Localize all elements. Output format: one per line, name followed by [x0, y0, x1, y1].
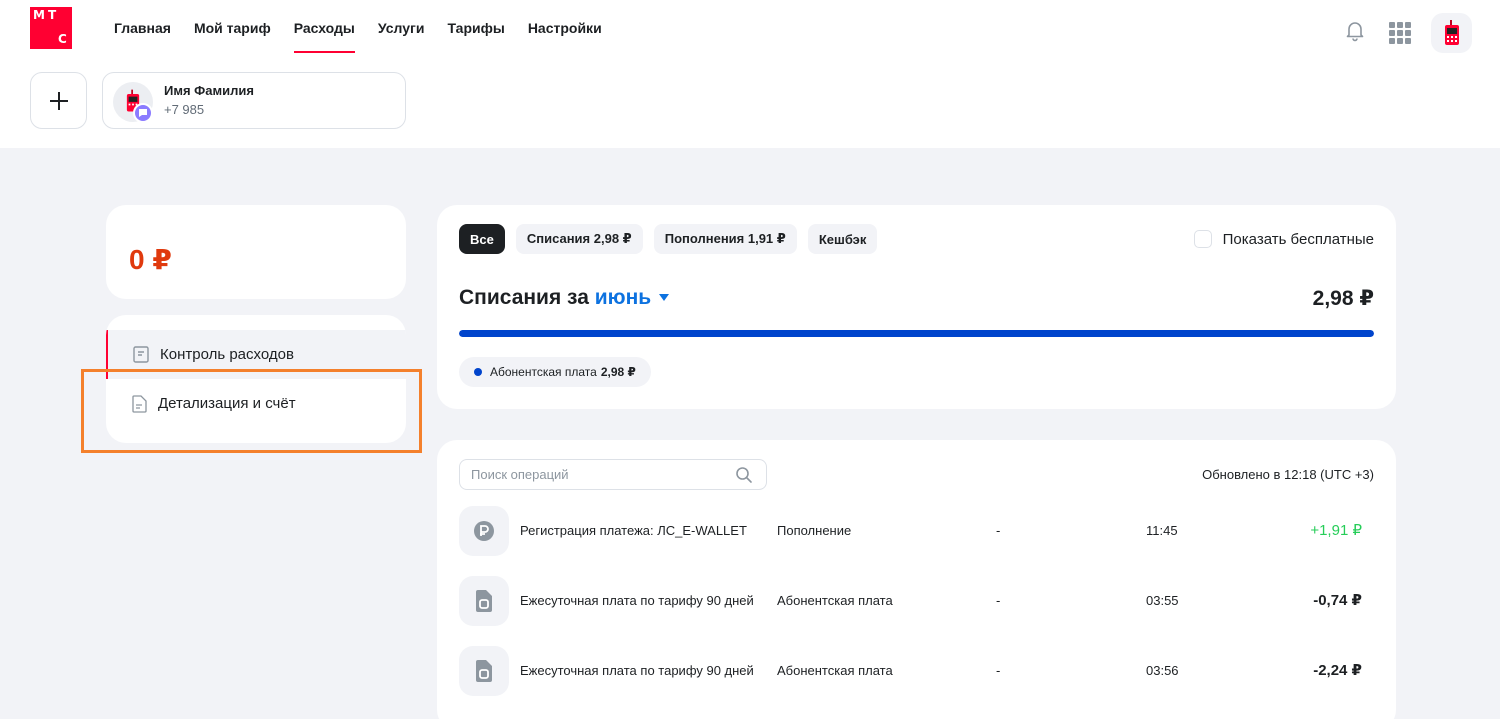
nav-item-services[interactable]: Услуги [378, 19, 425, 53]
balance-card: 0 ₽ [106, 205, 406, 299]
filter-chip-cashback[interactable]: Кешбэк [807, 224, 878, 254]
nav-item-home[interactable]: Главная [114, 19, 171, 53]
operation-time: 03:55 [1146, 593, 1179, 608]
plus-icon [49, 91, 68, 110]
filter-chip-charges[interactable]: Списания 2,98 ₽ [515, 224, 643, 254]
logo-letter: С [58, 32, 67, 46]
profile-avatar[interactable] [1431, 13, 1472, 53]
operation-time: 11:45 [1146, 523, 1178, 538]
top-header: М Т С Главная Мой тариф Расходы Услуги Т… [0, 0, 1500, 148]
balance-value: 0 ₽ [129, 244, 172, 275]
nav-item-expenses[interactable]: Расходы [293, 19, 356, 53]
bell-icon[interactable] [1343, 18, 1367, 42]
payment-icon [459, 506, 509, 556]
spending-progress-bar [459, 330, 1374, 337]
mts-logo[interactable]: М Т С [30, 7, 72, 49]
operation-title: Ежесуточная плата по тарифу 90 дней [520, 663, 754, 678]
highlight-frame [81, 369, 422, 453]
spending-legend-chip: Абонентская плата 2,98 ₽ [459, 357, 651, 387]
logo-letter: М [33, 8, 45, 22]
spending-title-prefix: Списания за [459, 286, 589, 309]
filter-chip-topups[interactable]: Пополнения 1,91 ₽ [653, 224, 797, 254]
operation-row[interactable]: Ежесуточная плата по тарифу 90 дней Абон… [459, 576, 1374, 626]
chat-badge-icon [133, 103, 153, 123]
month-selector[interactable]: июнь [594, 286, 670, 309]
spending-card: Все Списания 2,98 ₽ Пополнения 1,91 ₽ Ке… [437, 205, 1396, 409]
phone-avatar-icon [1444, 20, 1459, 45]
logo-letter: Т [48, 8, 57, 22]
spending-progress-fill [459, 330, 1374, 337]
operation-extra: - [996, 593, 1001, 608]
operation-row[interactable]: Регистрация платежа: ЛС_E-WALLET Пополне… [459, 506, 1374, 556]
operation-title: Ежесуточная плата по тарифу 90 дней [520, 593, 754, 608]
main-nav: Главная Мой тариф Расходы Услуги Тарифы … [114, 19, 602, 53]
sim-card-icon [459, 646, 509, 696]
receipt-icon [132, 346, 150, 364]
filter-chips: Все Списания 2,98 ₽ Пополнения 1,91 ₽ Ке… [459, 224, 878, 254]
operation-type: Абонентская плата [777, 663, 893, 678]
nav-item-settings[interactable]: Настройки [528, 19, 602, 53]
nav-item-my-tariff[interactable]: Мой тариф [194, 19, 271, 53]
show-free-label: Показать бесплатные [1222, 230, 1374, 248]
filter-chip-all[interactable]: Все [459, 224, 505, 254]
operation-extra: - [996, 663, 1001, 678]
operation-title: Регистрация платежа: ЛС_E-WALLET [520, 523, 747, 538]
account-phone: +7 985 [164, 102, 205, 117]
operations-card: Обновлено в 12:18 (UTC +3) Регистрация п… [437, 440, 1396, 719]
sim-card-icon [459, 576, 509, 626]
operation-type: Абонентская плата [777, 593, 893, 608]
caret-down-icon [659, 294, 670, 301]
operation-amount: -2,24 ₽ [1313, 662, 1362, 679]
show-free-checkbox[interactable] [1193, 230, 1212, 248]
search-icon[interactable] [735, 466, 753, 484]
operation-time: 03:56 [1146, 663, 1179, 678]
nav-item-tariffs[interactable]: Тарифы [447, 19, 504, 53]
account-switcher[interactable]: Имя Фамилия +7 985 [102, 72, 406, 129]
add-account-button[interactable] [30, 72, 87, 129]
operation-extra: - [996, 523, 1001, 538]
operation-type: Пополнение [777, 523, 852, 538]
apps-grid-icon[interactable] [1389, 22, 1411, 44]
search-input[interactable] [471, 467, 731, 482]
operation-row[interactable]: Ежесуточная плата по тарифу 90 дней Абон… [459, 646, 1374, 696]
account-name: Имя Фамилия [164, 83, 254, 98]
spending-title: Списания за июнь [459, 286, 670, 310]
legend-dot-icon [474, 368, 482, 376]
side-menu-item-label: Контроль расходов [160, 346, 294, 363]
operation-amount: +1,91 ₽ [1310, 522, 1362, 539]
spending-total: 2,98 ₽ [1312, 287, 1374, 310]
month-label: июнь [594, 286, 652, 309]
show-free-toggle[interactable]: Показать бесплатные [1193, 230, 1374, 248]
legend-value: 2,98 ₽ [600, 365, 636, 379]
updated-timestamp: Обновлено в 12:18 (UTC +3) [1202, 467, 1374, 482]
search-box[interactable] [459, 459, 767, 490]
operation-amount: -0,74 ₽ [1313, 592, 1362, 609]
legend-label: Абонентская плата [490, 365, 597, 379]
